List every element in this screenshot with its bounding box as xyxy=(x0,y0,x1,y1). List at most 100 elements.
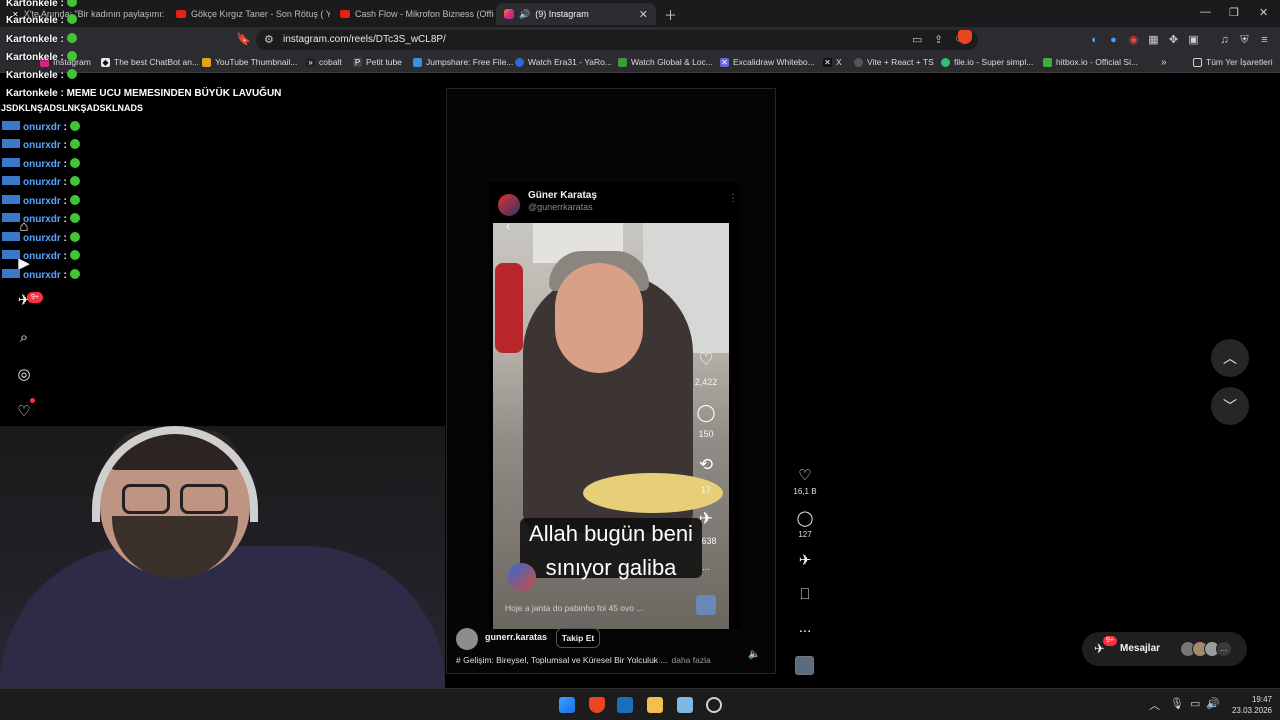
snipping-tool-icon[interactable] xyxy=(677,697,693,713)
extension-grid-icon[interactable]: ▦ xyxy=(1147,34,1160,47)
video-face xyxy=(555,263,643,373)
bookmark-fileio[interactable]: file.io - Super simpl... xyxy=(941,57,1033,67)
search-icon[interactable]: ⌕ xyxy=(15,329,33,347)
tab-youtube-1[interactable]: Gökçe Kırgız Taner - Son Rötuş ( Y-En xyxy=(168,3,330,25)
share-icon[interactable]: ✈ xyxy=(795,551,815,569)
mute-icon[interactable]: 🔈 xyxy=(748,649,760,660)
chat-line: Kartonkele : MEME UCU MEMESINDEN BÜYÜK L… xyxy=(6,88,281,99)
media-icon[interactable]: ♫ xyxy=(1218,34,1231,47)
messages-drawer-button[interactable]: ✈ 9+ Mesajlar … xyxy=(1082,632,1247,666)
audio-thumbnail[interactable] xyxy=(795,656,814,675)
folder-icon xyxy=(1193,57,1202,67)
file-explorer-icon[interactable] xyxy=(647,697,663,713)
tab-label: (9) Instagram xyxy=(535,9,589,19)
comment-icon[interactable]: ◯ xyxy=(795,509,815,527)
chat-user: onurxdr xyxy=(23,270,61,281)
excalidraw-icon: ✕ xyxy=(720,57,729,67)
chat-line: onurxdr : xyxy=(2,121,80,133)
obs-icon[interactable] xyxy=(706,697,722,713)
site-info-icon[interactable]: ⚙ xyxy=(264,33,274,46)
window-close-button[interactable]: ✕ xyxy=(1259,6,1268,19)
bookmark-jumpshare[interactable]: Jumpshare: Free File... xyxy=(413,57,513,67)
chatbot-icon: ◆ xyxy=(101,57,110,67)
bookmark-label: YouTube Thumbnail... xyxy=(215,57,298,67)
volume-icon[interactable]: 🔊 xyxy=(1206,697,1220,710)
bookmark-x[interactable]: ✕ X xyxy=(823,57,842,67)
brave-browser-icon[interactable] xyxy=(589,697,605,713)
more-options-icon[interactable]: ... xyxy=(795,619,815,636)
bookmark-era31[interactable]: Watch Era31 - YaRo... xyxy=(515,57,612,67)
reel-description-text: # Gelişim: Bireysel, Toplumsal ve Kürese… xyxy=(456,655,668,665)
chat-message: : MEME UCU MEMESINDEN BÜYÜK LAVUĞUN xyxy=(60,88,282,99)
bookmark-label: file.io - Super simpl... xyxy=(954,57,1034,67)
monitor-icon[interactable]: ▭ xyxy=(1190,697,1200,710)
maximize-button[interactable]: ❐ xyxy=(1229,6,1239,19)
clock-date: 23.03.2026 xyxy=(1231,706,1272,715)
bookmark-petit-tube[interactable]: P Petit tube xyxy=(353,57,402,67)
bookmark-watch-global[interactable]: Watch Global & Loc... xyxy=(618,57,713,67)
bookmark-chatbot[interactable]: ◆ The best ChatBot an... xyxy=(101,57,199,67)
follow-button[interactable]: Takip Et xyxy=(556,628,600,648)
start-icon[interactable] xyxy=(559,697,575,713)
minimize-button[interactable]: — xyxy=(1200,6,1211,18)
bookmark-label: Petit tube xyxy=(366,57,402,67)
like-icon[interactable]: ♡ xyxy=(795,466,815,484)
explore-icon[interactable]: ◎ xyxy=(15,366,33,384)
address-bar[interactable]: ⚙ instagram.com/reels/DTc3S_wCL8P/ ▭ ⇪ ⌾ xyxy=(256,30,978,50)
wallet-icon[interactable]: ⛨ xyxy=(1238,34,1251,47)
next-reel-button[interactable]: ﹀ xyxy=(1211,387,1249,425)
bookmark-page-icon[interactable]: 🔖 xyxy=(236,32,251,46)
bookmark-vite[interactable]: Vite + React + TS xyxy=(854,57,934,67)
comment-count: 127 xyxy=(798,530,812,539)
extension-red-icon[interactable]: ◉ xyxy=(1127,34,1140,47)
tab-youtube-2[interactable]: Cash Flow - Mikrofon Bizness (Officia xyxy=(332,3,494,25)
bookmark-youtube-thumbnail[interactable]: YouTube Thumbnail... xyxy=(202,57,297,67)
bookmark-cobalt[interactable]: » cobalt xyxy=(306,57,342,67)
notification-badge: 9+ xyxy=(27,292,43,303)
more-link[interactable]: daha fazla xyxy=(672,655,711,665)
brave-shields-icon[interactable] xyxy=(958,30,972,44)
tray-overflow-icon[interactable]: ︿ xyxy=(1149,697,1160,713)
chat-line: onurxdr : xyxy=(2,195,80,207)
reel-author-avatar[interactable] xyxy=(456,628,478,650)
chat-line: onurxdr : xyxy=(2,269,80,281)
bookmark-hitbox[interactable]: hitbox.io - Official Si... xyxy=(1043,57,1138,67)
steam-icon[interactable] xyxy=(617,697,633,713)
bookmarks-overflow-icon[interactable]: » xyxy=(1161,57,1167,68)
inner-share-count: 638 xyxy=(701,536,717,546)
emote-icon xyxy=(69,195,80,205)
cast-icon[interactable]: ▭ xyxy=(912,33,922,46)
save-bookmark-icon[interactable]: ⎕ xyxy=(795,586,815,603)
globe-icon xyxy=(854,57,863,67)
inner-repost-icon: ⟲ xyxy=(698,455,714,474)
reel-username[interactable]: gunerr.karatas xyxy=(485,632,547,642)
tab-instagram[interactable]: 🔊 (9) Instagram ✕ xyxy=(496,3,656,25)
video-bottle xyxy=(495,263,523,353)
inner-author-avatar xyxy=(508,563,536,591)
chat-line: onurxdr : xyxy=(2,139,80,151)
post-author-avatar xyxy=(498,194,520,216)
menu-icon[interactable]: ≡ xyxy=(1258,34,1271,47)
chat-user: Kartonkele xyxy=(6,88,58,99)
notifications-heart-icon[interactable]: ♡ xyxy=(15,403,33,421)
extensions-puzzle-icon[interactable]: ✥ xyxy=(1167,34,1180,47)
chat-sep: : xyxy=(60,70,64,81)
bookmark-label: cobalt xyxy=(319,57,342,67)
inner-like-icon: ♡ xyxy=(698,350,714,369)
emote-icon xyxy=(66,33,77,43)
thumbnail-icon xyxy=(202,57,211,67)
bookmark-excalidraw[interactable]: ✕ Excalidraw Whitebo... xyxy=(720,57,815,67)
sidebar-toggle-icon[interactable]: ▣ xyxy=(1187,34,1200,47)
previous-reel-button[interactable]: ︿ xyxy=(1211,339,1249,377)
new-tab-button[interactable]: ＋ xyxy=(664,5,677,24)
extension-audio-icon[interactable]: ◖ xyxy=(1087,34,1100,47)
close-tab-icon[interactable]: ✕ xyxy=(639,8,648,21)
back-arrow-icon: ‹ xyxy=(506,219,510,233)
microphone-icon[interactable]: 🎙 xyxy=(1170,697,1184,710)
badge-icon xyxy=(2,176,20,185)
chat-line: Kartonkele : xyxy=(6,0,77,9)
taskbar-clock[interactable]: 19:47 23.03.2026 xyxy=(1222,694,1272,716)
extension-blue-icon[interactable]: ● xyxy=(1107,34,1120,47)
share-icon[interactable]: ⇪ xyxy=(934,33,943,46)
all-bookmarks-button[interactable]: Tüm Yer İşaretleri xyxy=(1193,57,1273,67)
